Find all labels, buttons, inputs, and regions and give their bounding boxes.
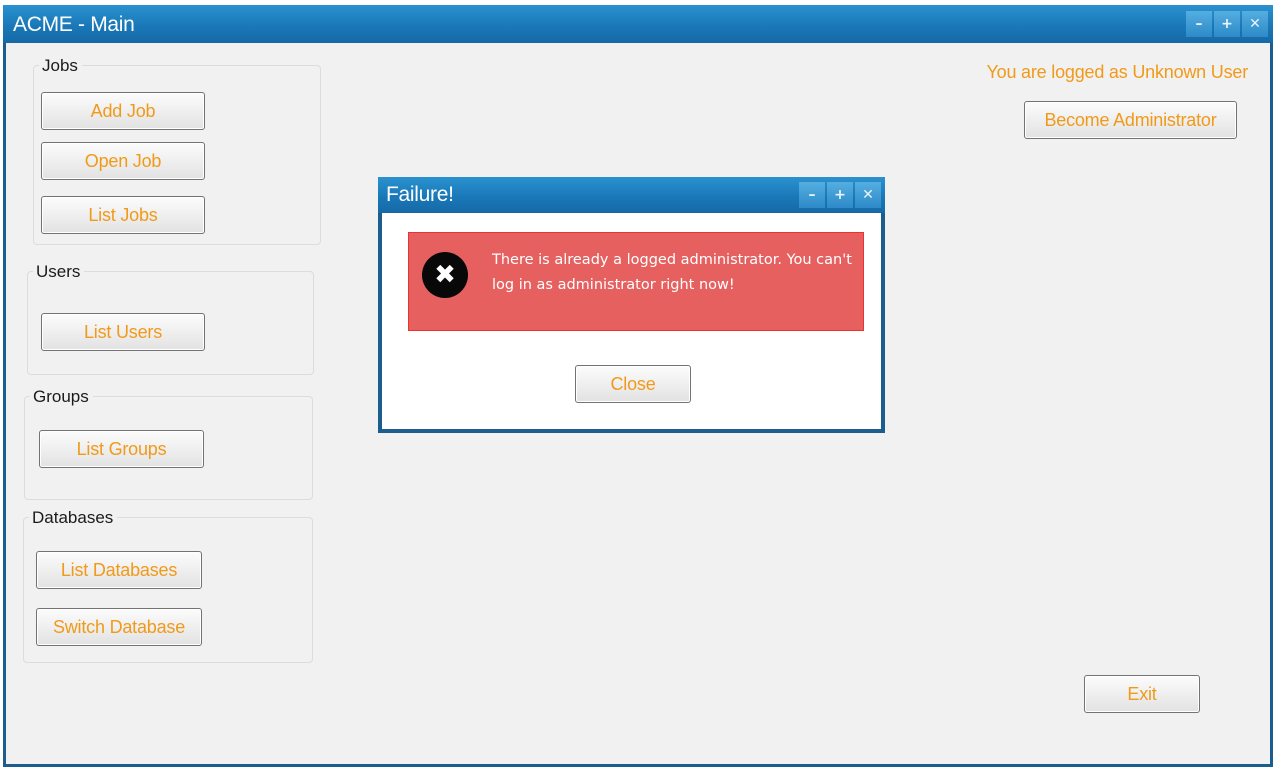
databases-legend: Databases xyxy=(29,508,118,527)
jobs-group: Jobs Add Job Open Job List Jobs xyxy=(33,56,321,245)
list-users-button[interactable]: List Users xyxy=(41,313,205,351)
close-button[interactable]: Close xyxy=(575,365,691,403)
minimize-icon[interactable]: – xyxy=(1186,11,1212,37)
dialog-window-controls: – + ✕ xyxy=(797,182,881,208)
list-jobs-button[interactable]: List Jobs xyxy=(41,196,205,234)
groups-group: Groups List Groups xyxy=(24,387,313,500)
users-group: Users List Users xyxy=(27,262,314,375)
dialog-maximize-icon[interactable]: + xyxy=(827,182,853,208)
logged-user-status: You are logged as Unknown User xyxy=(986,62,1248,82)
open-job-button[interactable]: Open Job xyxy=(41,142,205,180)
window-controls: – + ✕ xyxy=(1184,11,1268,37)
list-groups-button[interactable]: List Groups xyxy=(39,430,204,468)
users-legend: Users xyxy=(33,262,85,281)
window-title: ACME - Main xyxy=(13,13,135,36)
main-titlebar[interactable]: ACME - Main – + ✕ xyxy=(3,5,1273,43)
maximize-icon[interactable]: + xyxy=(1214,11,1240,37)
error-message: There is already a logged administrator.… xyxy=(492,252,852,293)
error-x-icon: ✖ xyxy=(422,252,468,298)
dialog-close-icon[interactable]: ✕ xyxy=(855,182,881,208)
dialog-title: Failure! xyxy=(386,183,454,206)
become-administrator-button[interactable]: Become Administrator xyxy=(1024,101,1237,139)
switch-database-button[interactable]: Switch Database xyxy=(36,608,202,646)
dialog-titlebar[interactable]: Failure! – + ✕ xyxy=(378,177,885,213)
error-alert: ✖ There is already a logged administrato… xyxy=(408,232,864,331)
databases-group: Databases List Databases Switch Database xyxy=(23,508,313,663)
groups-legend: Groups xyxy=(30,387,93,406)
dialog-minimize-icon[interactable]: – xyxy=(799,182,825,208)
close-icon[interactable]: ✕ xyxy=(1242,11,1268,37)
add-job-button[interactable]: Add Job xyxy=(41,92,205,130)
failure-dialog: Failure! – + ✕ ✖ There is already a logg… xyxy=(378,177,885,433)
list-databases-button[interactable]: List Databases xyxy=(36,551,202,589)
exit-button[interactable]: Exit xyxy=(1084,675,1200,713)
jobs-legend: Jobs xyxy=(39,56,82,75)
